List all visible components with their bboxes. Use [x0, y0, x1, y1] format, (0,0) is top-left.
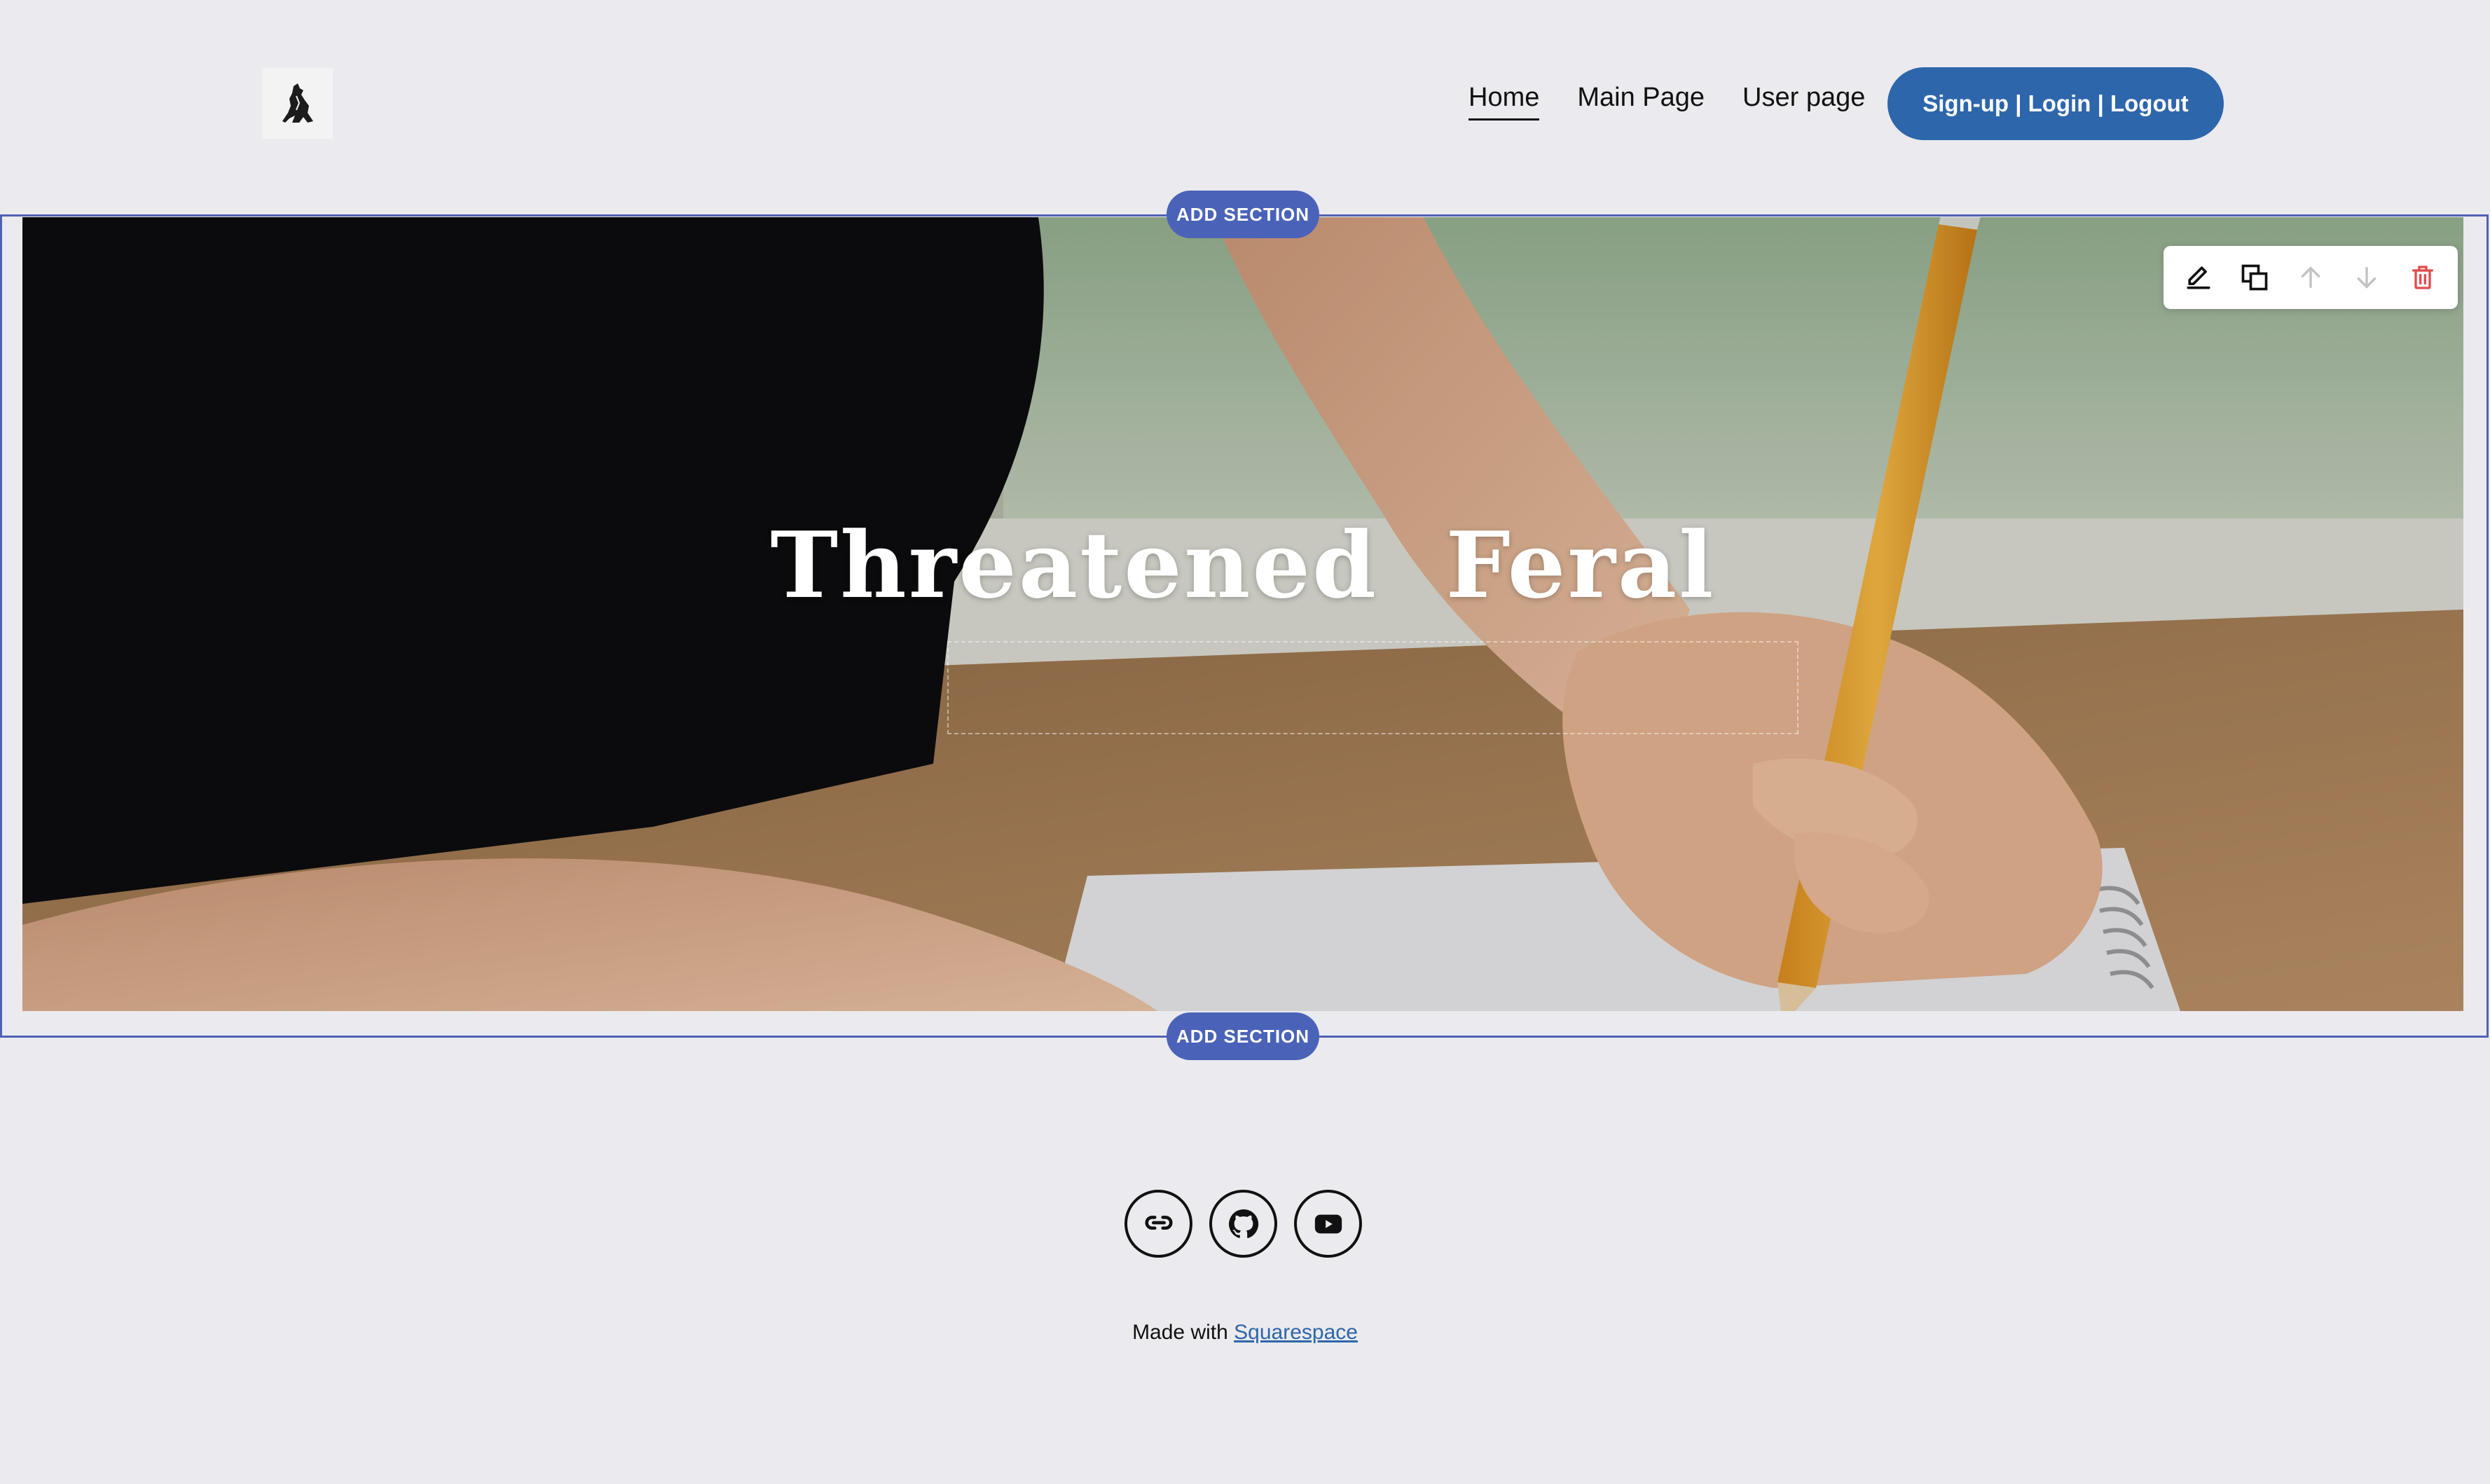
hero-section[interactable]: Threatened Feral [22, 217, 2463, 1011]
link-social-button[interactable] [1124, 1190, 1192, 1258]
squarespace-link[interactable]: Squarespace [1234, 1321, 1358, 1344]
nav-user-page[interactable]: User page [1742, 83, 1865, 121]
made-with-text: Made with [1132, 1321, 1234, 1344]
text-block-placeholder[interactable] [947, 641, 1798, 734]
wolf-logo-icon [282, 83, 313, 123]
duplicate-icon [2241, 264, 2268, 291]
nav-home[interactable]: Home [1468, 83, 1540, 121]
section-toolbar [2164, 246, 2458, 309]
site-logo[interactable] [262, 68, 333, 139]
duplicate-section-button[interactable] [2234, 256, 2276, 298]
delete-section-button[interactable] [2402, 256, 2444, 298]
trash-icon [2412, 266, 2433, 289]
edit-section-button[interactable] [2178, 256, 2220, 298]
main-nav: Home Main Page User page [1468, 83, 1865, 121]
nav-main-page[interactable]: Main Page [1577, 83, 1705, 121]
arrow-up-icon [2301, 266, 2320, 288]
add-section-top-button[interactable]: ADD SECTION [1167, 191, 1319, 238]
youtube-icon [1314, 1214, 1342, 1233]
youtube-social-button[interactable] [1294, 1190, 1362, 1258]
move-up-button[interactable] [2290, 256, 2332, 298]
site-header: Home Main Page User page Sign-up | Login… [0, 0, 2490, 214]
add-section-bottom-button[interactable]: ADD SECTION [1167, 1012, 1319, 1060]
arrow-down-icon [2357, 267, 2376, 289]
social-links [1124, 1190, 1362, 1258]
pencil-icon [2187, 266, 2210, 289]
auth-button[interactable]: Sign-up | Login | Logout [1887, 67, 2224, 140]
github-social-button[interactable] [1209, 1190, 1277, 1258]
hero-title[interactable]: Threatened Feral [22, 511, 2463, 619]
made-with-credit: Made with Squarespace [0, 1321, 2490, 1345]
link-icon [1145, 1215, 1172, 1230]
move-down-button[interactable] [2346, 256, 2388, 298]
github-icon [1228, 1209, 1258, 1238]
